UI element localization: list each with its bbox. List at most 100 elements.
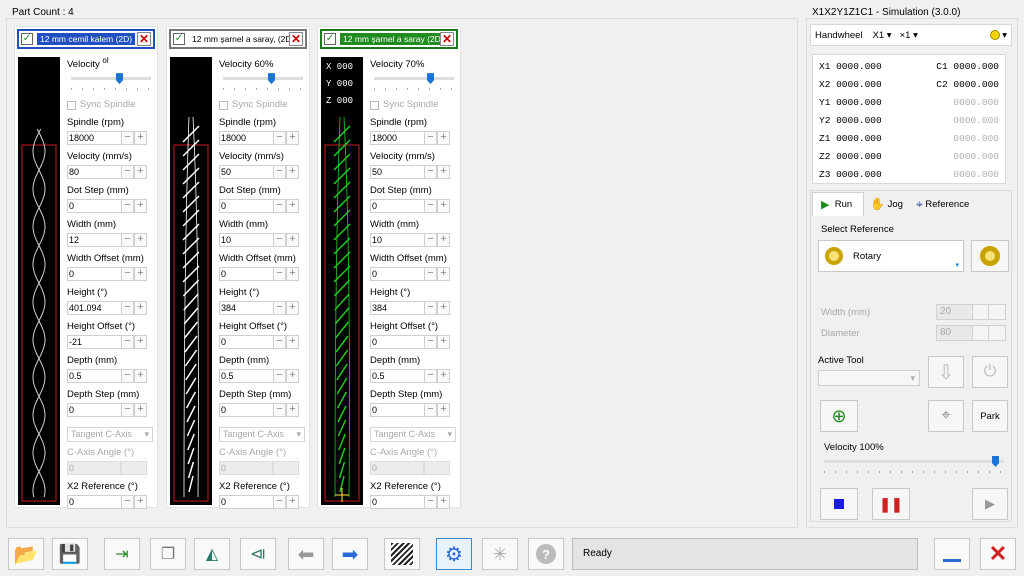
field-spinner[interactable]: 0− + bbox=[67, 267, 155, 281]
decrement-button[interactable]: − bbox=[121, 199, 134, 213]
park-button[interactable]: Park bbox=[972, 400, 1008, 432]
field-value[interactable]: 0 bbox=[219, 403, 273, 417]
pause-button[interactable]: ❚❚ bbox=[872, 488, 910, 520]
tab-reference[interactable]: ⌖ Reference bbox=[912, 192, 984, 216]
checkbox-icon[interactable] bbox=[370, 100, 379, 110]
mirror-button[interactable]: ◭ bbox=[194, 538, 230, 570]
field-spinner[interactable]: 0− + bbox=[219, 403, 307, 417]
tangent-select[interactable]: Tangent C-Axis ▾ bbox=[67, 427, 153, 442]
decrement-button[interactable]: − bbox=[121, 131, 134, 145]
rotary-reference-button[interactable] bbox=[971, 240, 1009, 272]
close-button[interactable]: ✕ bbox=[980, 538, 1016, 570]
increment-button[interactable]: + bbox=[437, 267, 450, 281]
field-value[interactable]: 18000 bbox=[370, 131, 424, 145]
tool-power-button[interactable]: ⏻ bbox=[972, 356, 1008, 388]
field-value[interactable]: 0 bbox=[219, 199, 273, 213]
tangent-select[interactable]: Tangent C-Axis ▾ bbox=[370, 427, 456, 442]
field-spinner[interactable]: 18000− + bbox=[219, 131, 307, 145]
increment-button[interactable]: + bbox=[286, 369, 299, 383]
field-spinner[interactable]: 384− + bbox=[370, 301, 458, 315]
flip-button[interactable]: ⧏ bbox=[240, 538, 276, 570]
field-spinner[interactable]: 50− + bbox=[219, 165, 307, 179]
decrement-button[interactable]: − bbox=[273, 369, 286, 383]
decrement-button[interactable]: − bbox=[424, 403, 437, 417]
field-value[interactable]: 18000 bbox=[67, 131, 121, 145]
field-spinner[interactable]: -21− + bbox=[67, 335, 155, 349]
increment-button[interactable]: + bbox=[437, 165, 450, 179]
global-velocity-slider[interactable] bbox=[820, 454, 1008, 476]
help-button[interactable]: ? bbox=[528, 538, 564, 570]
import-button[interactable]: ⇥ bbox=[104, 538, 140, 570]
part-header[interactable]: ✓ 12 mm şarnel a saray, (2D) ✕ bbox=[169, 29, 307, 49]
laser-button[interactable]: ✳ bbox=[482, 538, 518, 570]
decrement-button[interactable]: − bbox=[273, 233, 286, 247]
decrement-button[interactable]: − bbox=[273, 301, 286, 315]
field-spinner[interactable]: 0− + bbox=[219, 267, 307, 281]
field-value[interactable]: 384 bbox=[219, 301, 273, 315]
decrement-button[interactable]: − bbox=[424, 267, 437, 281]
field-spinner[interactable]: 0.5− + bbox=[219, 369, 307, 383]
field-value[interactable]: 0 bbox=[219, 335, 273, 349]
field-spinner[interactable]: 0− + bbox=[67, 199, 155, 213]
decrement-button[interactable]: − bbox=[424, 199, 437, 213]
velocity-slider[interactable] bbox=[219, 71, 307, 93]
increment-button[interactable]: + bbox=[134, 369, 147, 383]
field-spinner[interactable]: 0− + bbox=[370, 199, 458, 213]
save-button[interactable]: 💾 bbox=[52, 538, 88, 570]
handwheel-axis-select[interactable]: X1 ▾ bbox=[873, 30, 892, 41]
tab-jog[interactable]: ✋ Jog bbox=[866, 192, 910, 216]
field-value[interactable]: 0 bbox=[370, 335, 424, 349]
move-left-button[interactable]: ⬅ bbox=[288, 538, 324, 570]
increment-button[interactable]: + bbox=[134, 233, 147, 247]
field-value[interactable]: 10 bbox=[370, 233, 424, 247]
field-spinner[interactable]: 10− + bbox=[370, 233, 458, 247]
checkbox-icon[interactable] bbox=[67, 100, 76, 110]
c-axis-field[interactable]: 0 bbox=[370, 461, 458, 475]
increment-button[interactable]: + bbox=[437, 369, 450, 383]
field-value[interactable]: 80 bbox=[67, 165, 121, 179]
handwheel-step-select[interactable]: ×1 ▾ bbox=[900, 30, 918, 41]
increment-button[interactable]: + bbox=[134, 131, 147, 145]
active-tool-select[interactable]: ▾ bbox=[818, 370, 920, 386]
tangent-select[interactable]: Tangent C-Axis ▾ bbox=[219, 427, 305, 442]
field-value[interactable]: 12 bbox=[67, 233, 121, 247]
increment-button[interactable]: + bbox=[134, 301, 147, 315]
decrement-button[interactable]: − bbox=[121, 403, 134, 417]
increment-button[interactable]: + bbox=[286, 403, 299, 417]
field-value[interactable]: 0 bbox=[67, 199, 121, 213]
check-icon[interactable]: ✓ bbox=[21, 33, 33, 45]
reference-select[interactable]: Rotary ▾ bbox=[818, 240, 964, 272]
decrement-button[interactable]: − bbox=[121, 233, 134, 247]
increment-button[interactable]: + bbox=[134, 335, 147, 349]
increment-button[interactable]: + bbox=[286, 267, 299, 281]
decrement-button[interactable]: − bbox=[424, 335, 437, 349]
increment-button[interactable]: + bbox=[437, 131, 450, 145]
decrement-button[interactable]: − bbox=[424, 301, 437, 315]
increment-button[interactable]: + bbox=[437, 495, 450, 509]
decrement-button[interactable]: − bbox=[273, 495, 286, 509]
close-icon[interactable]: ✕ bbox=[289, 32, 303, 46]
go-origin-button[interactable]: ⌖ bbox=[928, 400, 964, 432]
increment-button[interactable]: + bbox=[437, 403, 450, 417]
field-spinner[interactable]: 0.5− + bbox=[67, 369, 155, 383]
decrement-button[interactable]: − bbox=[121, 335, 134, 349]
velocity-slider[interactable] bbox=[370, 71, 458, 93]
field-spinner[interactable]: 0− + bbox=[370, 335, 458, 349]
sync-spindle-checkbox[interactable]: Sync Spindle bbox=[67, 99, 155, 111]
field-value[interactable]: 0.5 bbox=[219, 369, 273, 383]
diameter-field[interactable]: 80 bbox=[936, 325, 1006, 341]
tab-run[interactable]: ▶ Run bbox=[812, 192, 864, 216]
decrement-button[interactable]: − bbox=[424, 495, 437, 509]
decrement-button[interactable]: − bbox=[121, 301, 134, 315]
field-spinner[interactable]: 50− + bbox=[370, 165, 458, 179]
field-spinner[interactable]: 0− + bbox=[67, 403, 155, 417]
field-spinner[interactable]: 401.094− + bbox=[67, 301, 155, 315]
decrement-button[interactable]: − bbox=[424, 165, 437, 179]
decrement-button[interactable]: − bbox=[121, 165, 134, 179]
increment-button[interactable]: + bbox=[134, 165, 147, 179]
stop-button[interactable] bbox=[820, 488, 858, 520]
minimize-button[interactable] bbox=[934, 538, 970, 570]
increment-button[interactable]: + bbox=[286, 233, 299, 247]
start-button[interactable]: ▶ bbox=[972, 488, 1008, 520]
handwheel-status-select[interactable]: ▾ bbox=[989, 30, 1007, 41]
